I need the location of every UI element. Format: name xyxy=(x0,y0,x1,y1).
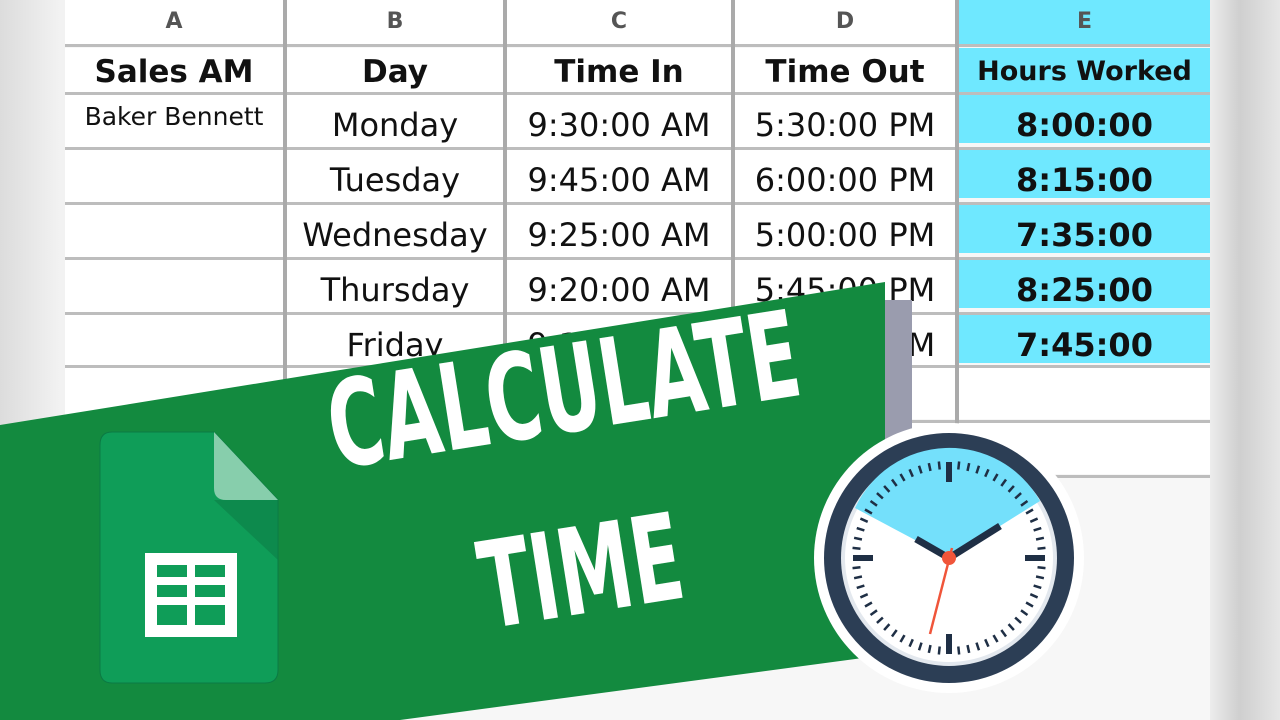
clock-tick xyxy=(852,566,861,570)
clock-tick xyxy=(957,646,961,655)
clock-tick xyxy=(937,461,941,470)
clock-tick xyxy=(927,462,932,472)
clock-tick xyxy=(937,646,941,655)
clock-tick xyxy=(852,546,861,550)
clock-tick xyxy=(957,461,961,470)
clock-tick xyxy=(1035,575,1045,580)
clock-icon xyxy=(814,423,1084,693)
clock-tick xyxy=(853,536,863,541)
clock-tick xyxy=(853,575,863,580)
clock-tick xyxy=(927,644,932,654)
clock-tick xyxy=(1037,546,1046,550)
clock-tick xyxy=(966,462,971,472)
clock-tick xyxy=(1037,566,1046,570)
clock-tick xyxy=(1035,536,1045,541)
clock-tick xyxy=(966,644,971,654)
